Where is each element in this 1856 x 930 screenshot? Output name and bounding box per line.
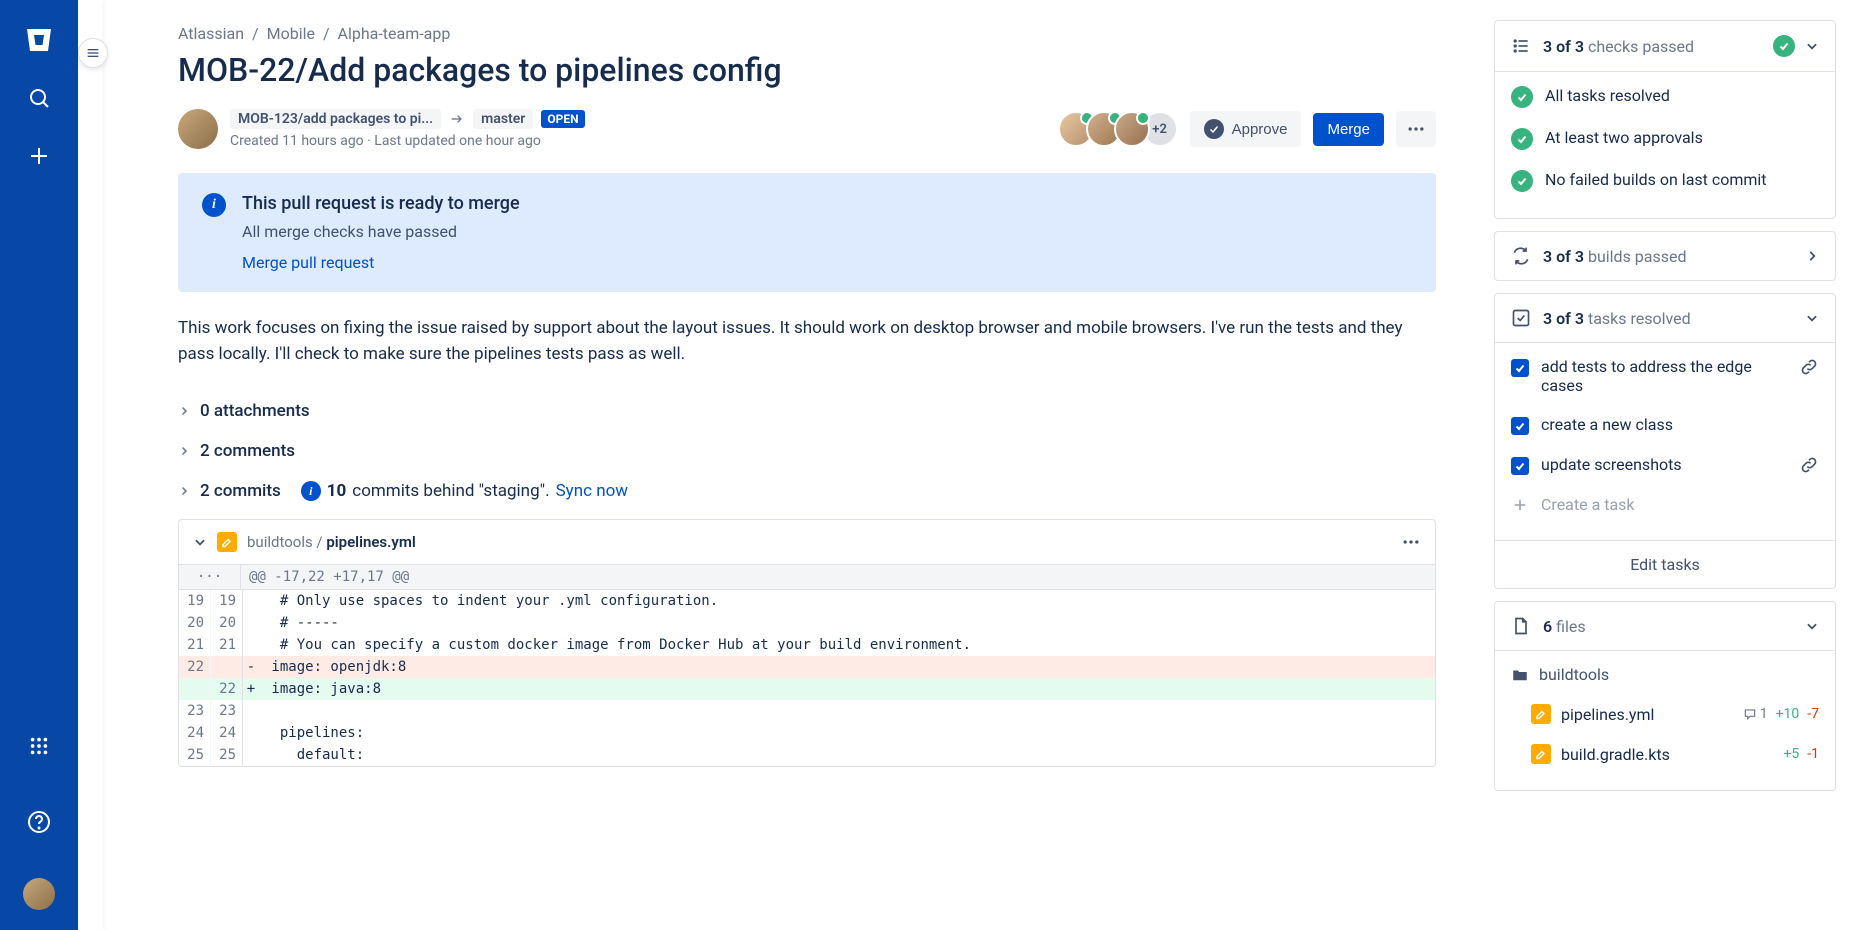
diff-viewer: buildtools / pipelines.yml ··· @@ -17,22… [178, 519, 1436, 767]
tasks-icon [1511, 308, 1531, 328]
pr-content: Atlassian / Mobile / Alpha-team-app MOB-… [78, 0, 1486, 930]
more-actions-button[interactable] [1396, 111, 1436, 147]
folder-row[interactable]: buildtools [1511, 655, 1819, 694]
task-checkbox[interactable] [1511, 359, 1529, 377]
task-checkbox[interactable] [1511, 417, 1529, 435]
plus-icon [1511, 496, 1529, 514]
create-task-input[interactable]: Create a task [1511, 485, 1819, 524]
right-sidebar: 3 of 3 checks passed All tasks resolvedA… [1486, 0, 1856, 930]
apps-icon[interactable] [19, 726, 59, 766]
approved-check-icon [1136, 111, 1150, 125]
profile-avatar[interactable] [23, 878, 55, 910]
chevron-right-icon [178, 485, 190, 497]
diff-line[interactable]: 2424 pipelines: [179, 722, 1435, 744]
banner-title: This pull request is ready to merge [242, 193, 520, 214]
commits-section-toggle[interactable]: 2 commits i 10 commits behind "staging".… [178, 471, 1436, 511]
edit-tasks-button[interactable]: Edit tasks [1495, 540, 1835, 588]
bitbucket-logo[interactable] [19, 20, 59, 60]
checks-panel-header[interactable]: 3 of 3 checks passed [1495, 21, 1835, 71]
banner-merge-link[interactable]: Merge pull request [242, 253, 520, 272]
breadcrumb: Atlassian / Mobile / Alpha-team-app [178, 24, 1436, 43]
check-item: At least two approvals [1511, 118, 1819, 160]
file-modified-icon [1531, 704, 1551, 724]
source-branch[interactable]: MOB-123/add packages to pi... [230, 109, 441, 129]
check-icon [1204, 119, 1224, 139]
chevron-right-icon [178, 405, 190, 417]
breadcrumb-org[interactable]: Atlassian [178, 24, 244, 43]
sidebar-collapse-toggle[interactable] [78, 38, 108, 68]
tasks-panel-header[interactable]: 3 of 3 tasks resolved [1495, 294, 1835, 342]
builds-icon [1511, 246, 1531, 266]
checklist-icon [1511, 36, 1531, 56]
task-item: add tests to address the edge cases [1511, 347, 1819, 405]
link-icon[interactable] [1799, 357, 1819, 377]
diff-more-actions[interactable] [1401, 532, 1421, 552]
chevron-right-icon [1805, 249, 1819, 263]
pr-status-badge: OPEN [541, 110, 584, 128]
file-modified-icon [1531, 744, 1551, 764]
diff-hunk-header: ··· @@ -17,22 +17,17 @@ [179, 565, 1435, 590]
diff-line[interactable]: 22+ image: java:8 [179, 678, 1435, 700]
pr-timestamps: Created 11 hours ago · Last updated one … [230, 133, 1054, 149]
breadcrumb-project[interactable]: Mobile [267, 24, 315, 43]
diff-line[interactable]: 2323 [179, 700, 1435, 722]
info-icon: i [202, 193, 226, 217]
diff-line[interactable]: 1919 # Only use spaces to indent your .y… [179, 590, 1435, 612]
sync-now-link[interactable]: Sync now [556, 481, 629, 501]
task-checkbox[interactable] [1511, 457, 1529, 475]
comment-count: 1 [1743, 706, 1768, 722]
success-check-icon [1773, 35, 1795, 57]
merge-button[interactable]: Merge [1313, 113, 1384, 146]
info-icon: i [301, 481, 321, 501]
task-item: create a new class [1511, 405, 1819, 445]
success-check-icon [1511, 170, 1533, 192]
create-icon[interactable] [19, 136, 59, 176]
check-item: No failed builds on last commit [1511, 160, 1819, 202]
file-row[interactable]: build.gradle.kts+5-1 [1511, 734, 1819, 774]
link-icon[interactable] [1799, 455, 1819, 475]
help-icon[interactable] [19, 802, 59, 842]
diff-file-path[interactable]: buildtools / pipelines.yml [247, 533, 416, 551]
builds-panel-header[interactable]: 3 of 3 builds passed [1495, 232, 1835, 280]
task-item: update screenshots [1511, 445, 1819, 485]
chevron-right-icon [178, 445, 190, 457]
diff-line[interactable]: 2121 # You can specify a custom docker i… [179, 634, 1435, 656]
search-icon[interactable] [19, 78, 59, 118]
global-sidebar [0, 0, 78, 930]
success-check-icon [1511, 128, 1533, 150]
file-row[interactable]: pipelines.yml1+10-7 [1511, 694, 1819, 734]
diff-line[interactable]: 2525 default: [179, 744, 1435, 766]
approve-button[interactable]: Approve [1190, 111, 1302, 147]
chevron-down-icon [1805, 311, 1819, 325]
diff-line[interactable]: 2020 # ----- [179, 612, 1435, 634]
chevron-down-icon [1805, 619, 1819, 633]
folder-icon [1511, 666, 1529, 684]
comments-section-toggle[interactable]: 2 comments [178, 431, 1436, 471]
attachments-section-toggle[interactable]: 0 attachments [178, 391, 1436, 431]
file-icon [1511, 616, 1531, 636]
merge-ready-banner: i This pull request is ready to merge Al… [178, 173, 1436, 292]
author-avatar[interactable] [178, 109, 218, 149]
reviewer-avatar[interactable] [1114, 111, 1150, 147]
reviewers-list: +2 [1066, 111, 1178, 147]
breadcrumb-repo[interactable]: Alpha-team-app [338, 24, 451, 43]
check-item: All tasks resolved [1511, 76, 1819, 118]
target-branch[interactable]: master [473, 109, 533, 129]
banner-subtitle: All merge checks have passed [242, 222, 520, 241]
success-check-icon [1511, 86, 1533, 108]
files-panel-header[interactable]: 6 files [1495, 602, 1835, 650]
file-modified-icon [217, 532, 237, 552]
chevron-down-icon [1805, 39, 1819, 53]
page-title: MOB-22/Add packages to pipelines config [178, 51, 1436, 89]
pr-description: This work focuses on fixing the issue ra… [178, 316, 1436, 367]
chevron-down-icon[interactable] [193, 535, 207, 549]
expand-hunk[interactable]: ··· [179, 565, 241, 589]
diff-line[interactable]: 22- image: openjdk:8 [179, 656, 1435, 678]
arrow-right-icon [449, 111, 465, 127]
